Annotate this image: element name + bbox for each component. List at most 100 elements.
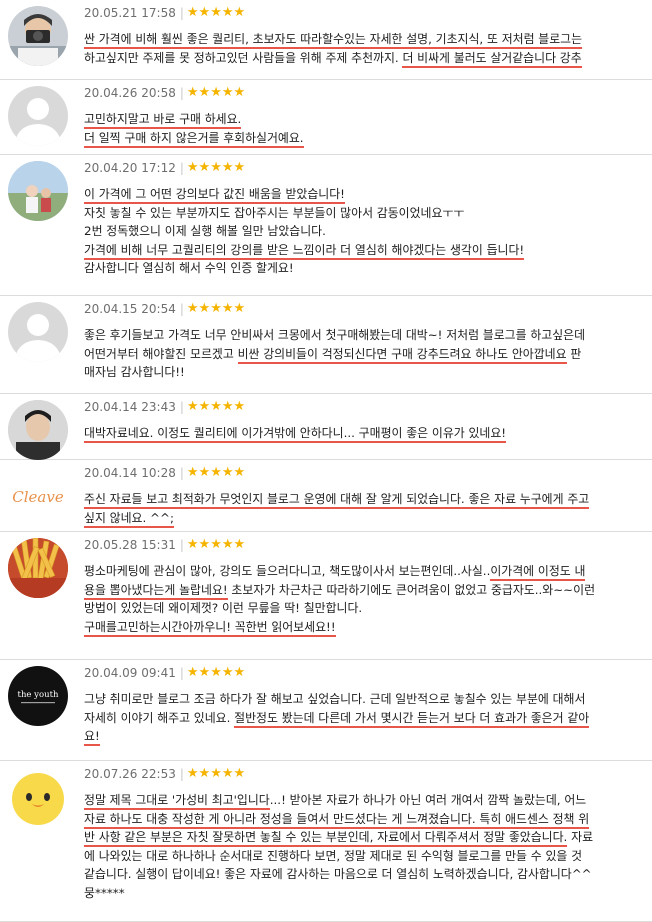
star-icon: ★: [210, 5, 222, 20]
review-meta: 20.04.26 20:58 | ★★★★★: [84, 85, 245, 100]
highlighted-text: 용을 뽑아냈다는게 놀랍네요!: [84, 582, 228, 600]
text-segment: 평소마케팅에 관심이 많아, 강의도 들으러다니고, 책도많이사서 보는편인데.…: [84, 564, 491, 578]
star-rating: ★★★★★: [187, 301, 245, 316]
review-meta: 20.07.26 22:53 | ★★★★★: [84, 766, 245, 781]
text-segment: 뭉*****: [84, 885, 125, 900]
text-segment: 방법이 있었는데 왜이제껏? 이런 무릎을 딱! 칠만합니다.: [84, 601, 363, 616]
review-date: 20.04.14 10:28: [84, 465, 176, 480]
review-line: 가격에 비해 너무 고퀄리티의 강의를 받은 느낌이라 더 열심히 해야겠다는 …: [84, 241, 640, 260]
star-icon: ★: [221, 465, 234, 480]
review-line: 구매를고민하는시간아까우니! 꼭한번 읽어보세요!!: [84, 618, 640, 637]
review-card: 20.07.26 22:53 | ★★★★★ 정말 제목 그대로 '가성비 최고'입니…: [0, 761, 652, 922]
highlighted-text: 절반정도 봤는데 다른데 가서 몇시간 듣는거 보다 더 효과가 좋은거 같아: [234, 710, 590, 728]
review-card: 20.05.21 17:58 | ★★★★★ 싼 가격에 비해 훨씬 좋은 퀄리티, …: [0, 0, 652, 80]
avatar[interactable]: [8, 86, 68, 146]
review-line: 그냥 취미로만 블로그 조금 하다가 잘 해보고 싶었습니다. 근데 일반적으로…: [84, 690, 640, 709]
highlighted-text: 정말 제목 그대로 '가성비 최고'입니다: [84, 793, 270, 810]
star-icon: ★: [233, 399, 246, 414]
review-line: 주신 자료들 보고 최적화가 무엇인지 블로그 운영에 대해 잘 알게 되었습니…: [84, 490, 640, 509]
star-rating: ★★★★★: [187, 665, 245, 680]
star-icon: ★: [221, 85, 234, 100]
review-line: 더 일찍 구매 하지 않은거를 후회하실거예요.: [84, 129, 640, 148]
avatar[interactable]: [8, 6, 68, 66]
review-line: 자칫 놓칠 수 있는 부분까지도 잡아주시는 부분들이 많아서 감동이었네요ㅜㅜ: [84, 204, 640, 223]
review-line: 감사합니다 열심히 해서 수익 인증 할게요!: [84, 259, 640, 278]
avatar[interactable]: [8, 161, 68, 221]
review-text: 이 가격에 그 어떤 강의보다 값진 배움을 받았습니다! 자칫 놓칠 수 있는 …: [84, 185, 640, 278]
highlighted-text: 구매를고민하는시간아까우니! 꼭한번 읽어보세요!!: [84, 619, 336, 637]
avatar[interactable]: [8, 302, 68, 362]
review-text: 싼 가격에 비해 훨씬 좋은 퀄리티, 초보자도 따라할수있는 자세한 설명, …: [84, 30, 640, 68]
star-icon: ★: [198, 5, 211, 20]
text-segment: 자칫 놓칠 수 있는 부분까지도 잡아주시는 부분들이 많아서 감동이었네요ㅜㅜ: [84, 205, 465, 220]
star-icon: ★: [210, 665, 222, 680]
star-icon: ★: [198, 766, 211, 781]
highlighted-text: 싼 가격에 비해 훨씬 좋은 퀄리티, 초보자도 따라할수있는 자세한 설명, …: [84, 32, 583, 49]
review-card: the youth 20.04.09 09:41 | ★★★★★ 그냥 취미로만 블로…: [0, 660, 652, 761]
star-icon: ★: [221, 766, 234, 781]
review-meta: 20.05.21 17:58 | ★★★★★: [84, 5, 245, 20]
star-icon: ★: [233, 85, 246, 100]
review-date: 20.04.20 17:12: [84, 160, 176, 175]
star-icon: ★: [210, 537, 222, 552]
star-icon: ★: [186, 399, 199, 414]
star-icon: ★: [233, 465, 246, 480]
star-icon: ★: [221, 665, 234, 680]
review-line: 용을 뽑아냈다는게 놀랍네요! 초보자가 차근차근 따라하기에도 큰어려움이 없…: [84, 581, 640, 600]
review-line: 자세히 이야기 해주고 있네요. 절반정도 봤는데 다른데 가서 몇시간 듣는거…: [84, 709, 640, 728]
highlighted-text: 요!: [84, 729, 100, 747]
highlighted-text: 자료 하나도 대충 작성한 게 아니라 정성을 들여서 만드셨다는 게 느껴졌습…: [84, 811, 476, 829]
star-icon: ★: [210, 766, 222, 781]
highlighted-text: 가격에 비해 너무 고퀄리티의 강의를 받은 느낌이라 더 열심히 해야겠다는 …: [84, 242, 525, 260]
avatar[interactable]: the youth: [8, 666, 68, 726]
text-segment: ...! 받아본 자료가 하나가 아닌 여러 개여서 깜짝 놀랐는데, 어느: [269, 793, 587, 807]
review-text: 주신 자료들 보고 최적화가 무엇인지 블로그 운영에 대해 잘 알게 되었습니…: [84, 490, 640, 528]
review-line: 에 나와있는 대로 하나하나 순서대로 진행하다 보면, 정말 제대로 된 수익…: [84, 847, 640, 866]
star-rating: ★★★★★: [187, 465, 245, 480]
review-line: 자료 하나도 대충 작성한 게 아니라 정성을 들여서 만드셨다는 게 느껴졌습…: [84, 810, 640, 829]
highlighted-text: 이 가격에 그 어떤 강의보다 값진 배움을 받았습니다!: [84, 187, 345, 204]
highlighted-text: 비싼 강의비들이 걱정되신다면 구매 강추드려요 하나도 안아깝네요: [237, 346, 567, 364]
avatar[interactable]: [8, 538, 68, 598]
star-rating: ★★★★★: [187, 537, 245, 552]
review-line: 어떤거부터 해야할진 모르겠고 비싼 강의비들이 걱정되신다면 구매 강추드려요…: [84, 345, 640, 364]
review-date: 20.05.21 17:58: [84, 5, 176, 20]
review-line: 대박자료네요. 이정도 퀄리티에 이가겨밖에 안하다니... 구매평이 좋은 이…: [84, 424, 640, 443]
avatar[interactable]: [8, 767, 68, 827]
review-text: 고민하지말고 바로 구매 하세요. 더 일찍 구매 하지 않은거를 후회하실거예요…: [84, 110, 640, 148]
text-segment: 좋은 후기들보고 가격도 너무 안비싸서 크몽에서 첫구매해봤는데 대박~! 저…: [84, 328, 586, 342]
text-segment: 매자님 감사합니다!!: [84, 365, 185, 380]
star-icon: ★: [210, 399, 222, 414]
avatar[interactable]: [8, 400, 68, 460]
review-meta: 20.04.20 17:12 | ★★★★★: [84, 160, 245, 175]
star-icon: ★: [198, 537, 211, 552]
star-rating: ★★★★★: [187, 5, 245, 20]
star-icon: ★: [233, 766, 246, 781]
review-card: Cleave 20.04.14 10:28 | ★★★★★ 주신 자료들 보고 최적화가…: [0, 460, 652, 532]
review-meta: 20.04.14 10:28 | ★★★★★: [84, 465, 245, 480]
review-card: 20.05.28 15:31 | ★★★★★ 평소마케팅에 관심이 많아, 강의도 들…: [0, 532, 652, 660]
highlighted-text: 더 일찍 구매 하지 않은거를 후회하실거예요.: [84, 130, 304, 148]
text-segment: 자료: [567, 830, 594, 845]
review-meta: 20.05.28 15:31 | ★★★★★: [84, 537, 245, 552]
star-rating: ★★★★★: [187, 160, 245, 175]
star-icon: ★: [198, 399, 211, 414]
review-text: 대박자료네요. 이정도 퀄리티에 이가겨밖에 안하다니... 구매평이 좋은 이…: [84, 424, 640, 443]
review-line: 고민하지말고 바로 구매 하세요.: [84, 110, 640, 129]
star-icon: ★: [233, 665, 246, 680]
star-icon: ★: [221, 399, 234, 414]
review-line: 싶지 않네요. ^^;: [84, 509, 640, 528]
review-line: 같습니다. 실행이 답이네요! 좋은 자료에 감사하는 마음으로 더 열심히 노…: [84, 865, 640, 884]
review-date: 20.07.26 22:53: [84, 766, 176, 781]
review-date: 20.04.09 09:41: [84, 665, 176, 680]
review-line: 매자님 감사합니다!!: [84, 363, 640, 382]
text-segment: 어떤거부터 해야할진 모르겠고: [84, 346, 238, 361]
highlighted-text: 대박자료네요. 이정도 퀄리티에 이가겨밖에 안하다니... 구매평이 좋은 이…: [84, 426, 507, 443]
star-icon: ★: [210, 301, 222, 316]
review-line: 반 사항 같은 부분은 자칫 잘못하면 놓칠 수 있는 부분인데, 자료에서 다…: [84, 828, 640, 848]
review-text: 좋은 후기들보고 가격도 너무 안비싸서 크몽에서 첫구매해봤는데 대박~! 저…: [84, 326, 640, 382]
star-icon: ★: [221, 160, 234, 175]
avatar[interactable]: Cleave: [8, 466, 68, 526]
star-icon: ★: [210, 85, 222, 100]
text-segment: 하고싶지만 주제를 못 정하고있던 사람들을 위해 주제 추천까지.: [84, 50, 403, 65]
